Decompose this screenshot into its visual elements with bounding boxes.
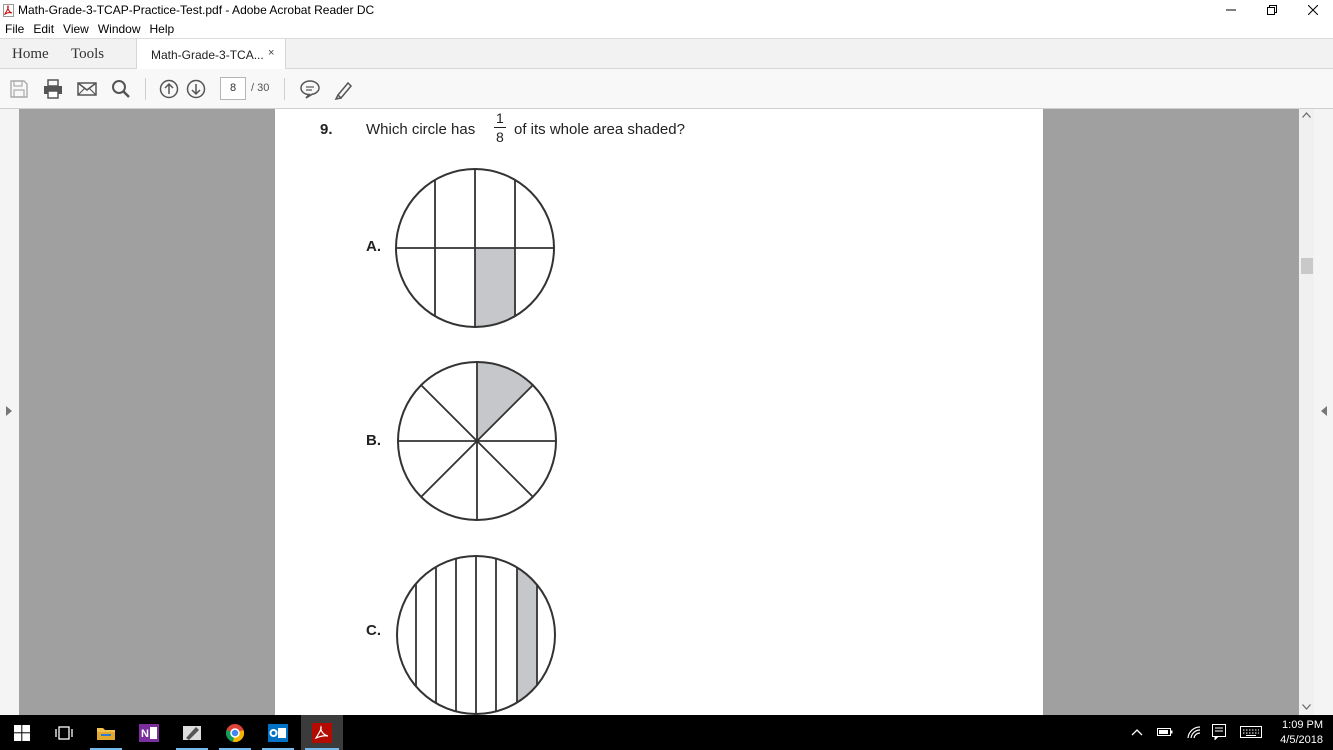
save-icon[interactable] xyxy=(8,78,30,100)
email-icon[interactable] xyxy=(76,78,98,100)
wifi-icon[interactable] xyxy=(1186,725,1202,739)
option-c-circle xyxy=(396,555,556,715)
close-window-button[interactable] xyxy=(1292,0,1333,20)
pen-app-button[interactable] xyxy=(172,715,212,750)
svg-text:N: N xyxy=(141,728,149,740)
document-tab-label: Math-Grade-3-TCA... xyxy=(151,48,264,62)
print-icon[interactable] xyxy=(42,78,64,100)
tab-tools[interactable]: Tools xyxy=(71,39,104,69)
left-panel-toggle[interactable] xyxy=(0,109,19,715)
tab-home[interactable]: Home xyxy=(12,39,49,69)
restore-button[interactable] xyxy=(1251,0,1292,20)
minimize-button[interactable] xyxy=(1210,0,1251,20)
option-c-label: C. xyxy=(366,622,381,639)
acrobat-icon xyxy=(312,722,332,743)
acrobat-pdf-icon xyxy=(3,3,14,17)
onenote-button[interactable]: N xyxy=(129,715,169,750)
search-icon[interactable] xyxy=(110,78,132,100)
task-view-button[interactable] xyxy=(44,715,84,750)
question-text-end: of its whole area shaded? xyxy=(514,121,685,138)
task-view-icon xyxy=(55,725,73,740)
minimize-icon xyxy=(1225,9,1236,11)
folder-icon xyxy=(97,727,115,740)
action-center-icon[interactable] xyxy=(1212,724,1226,740)
window-title: Math-Grade-3-TCAP-Practice-Test.pdf - Ad… xyxy=(18,3,375,17)
file-explorer-button[interactable] xyxy=(86,715,126,750)
comment-icon[interactable] xyxy=(299,78,321,100)
previous-page-icon[interactable] xyxy=(158,78,180,100)
page-total: / 30 xyxy=(251,82,270,94)
option-b-circle xyxy=(397,361,557,521)
option-a-label: A. xyxy=(366,238,381,255)
menu-view[interactable]: View xyxy=(63,22,89,36)
pen-app-icon xyxy=(183,725,201,740)
menu-edit[interactable]: Edit xyxy=(33,22,54,36)
windows-taskbar: N 1:09 PM 4/5/2018 xyxy=(0,715,1333,750)
restore-icon xyxy=(1266,5,1277,15)
tab-bar: Home Tools Math-Grade-3-TCA... × xyxy=(0,38,1333,70)
highlight-pen-icon[interactable] xyxy=(333,78,355,100)
page-number-input[interactable]: 8 xyxy=(220,77,246,100)
outlook-icon xyxy=(268,723,288,742)
system-clock[interactable]: 1:09 PM 4/5/2018 xyxy=(1280,718,1323,748)
scrollbar-thumb[interactable] xyxy=(1301,258,1313,274)
pdf-page xyxy=(275,109,1043,715)
menu-bar: File Edit View Window Help xyxy=(0,20,1333,38)
windows-logo-icon xyxy=(14,724,30,741)
scroll-up-icon[interactable] xyxy=(1302,112,1311,118)
right-panel-toggle[interactable] xyxy=(1313,109,1333,715)
fraction-denominator: 8 xyxy=(496,129,504,145)
fraction-numerator: 1 xyxy=(496,110,504,126)
option-a-circle xyxy=(395,168,555,328)
chrome-button[interactable] xyxy=(215,715,255,750)
scroll-down-icon[interactable] xyxy=(1302,704,1311,710)
toolbar xyxy=(0,69,1333,109)
clock-time: 1:09 PM xyxy=(1282,719,1323,731)
chrome-icon xyxy=(225,723,245,742)
close-tab-button[interactable]: × xyxy=(268,47,274,59)
option-b-label: B. xyxy=(366,432,381,449)
acrobat-taskbar-button[interactable] xyxy=(301,715,343,750)
question-number: 9. xyxy=(320,121,333,138)
question-text: Which circle has xyxy=(366,121,476,138)
toolbar-separator xyxy=(145,78,146,100)
toolbar-separator xyxy=(284,78,285,100)
touch-keyboard-icon[interactable] xyxy=(1240,726,1262,738)
title-bar: Math-Grade-3-TCAP-Practice-Test.pdf - Ad… xyxy=(0,0,1333,20)
window-controls xyxy=(1210,0,1333,20)
acrobat-window: Math-Grade-3-TCAP-Practice-Test.pdf - Ad… xyxy=(0,0,1333,750)
menu-window[interactable]: Window xyxy=(98,22,141,36)
expand-left-panel-icon xyxy=(6,406,12,416)
tab-document[interactable]: Math-Grade-3-TCA... × xyxy=(136,39,286,70)
fraction-bar xyxy=(494,127,506,128)
onenote-icon: N xyxy=(139,723,159,742)
clock-date: 4/5/2018 xyxy=(1280,734,1323,746)
close-icon xyxy=(1307,5,1318,15)
menu-help[interactable]: Help xyxy=(150,22,175,36)
menu-file[interactable]: File xyxy=(5,22,24,36)
battery-icon[interactable] xyxy=(1157,727,1173,737)
next-page-icon[interactable] xyxy=(185,78,207,100)
expand-right-panel-icon xyxy=(1321,406,1327,416)
start-button[interactable] xyxy=(0,715,44,750)
tray-overflow-chevron-icon[interactable] xyxy=(1131,728,1143,736)
outlook-button[interactable] xyxy=(258,715,298,750)
vertical-scrollbar[interactable] xyxy=(1299,109,1314,715)
